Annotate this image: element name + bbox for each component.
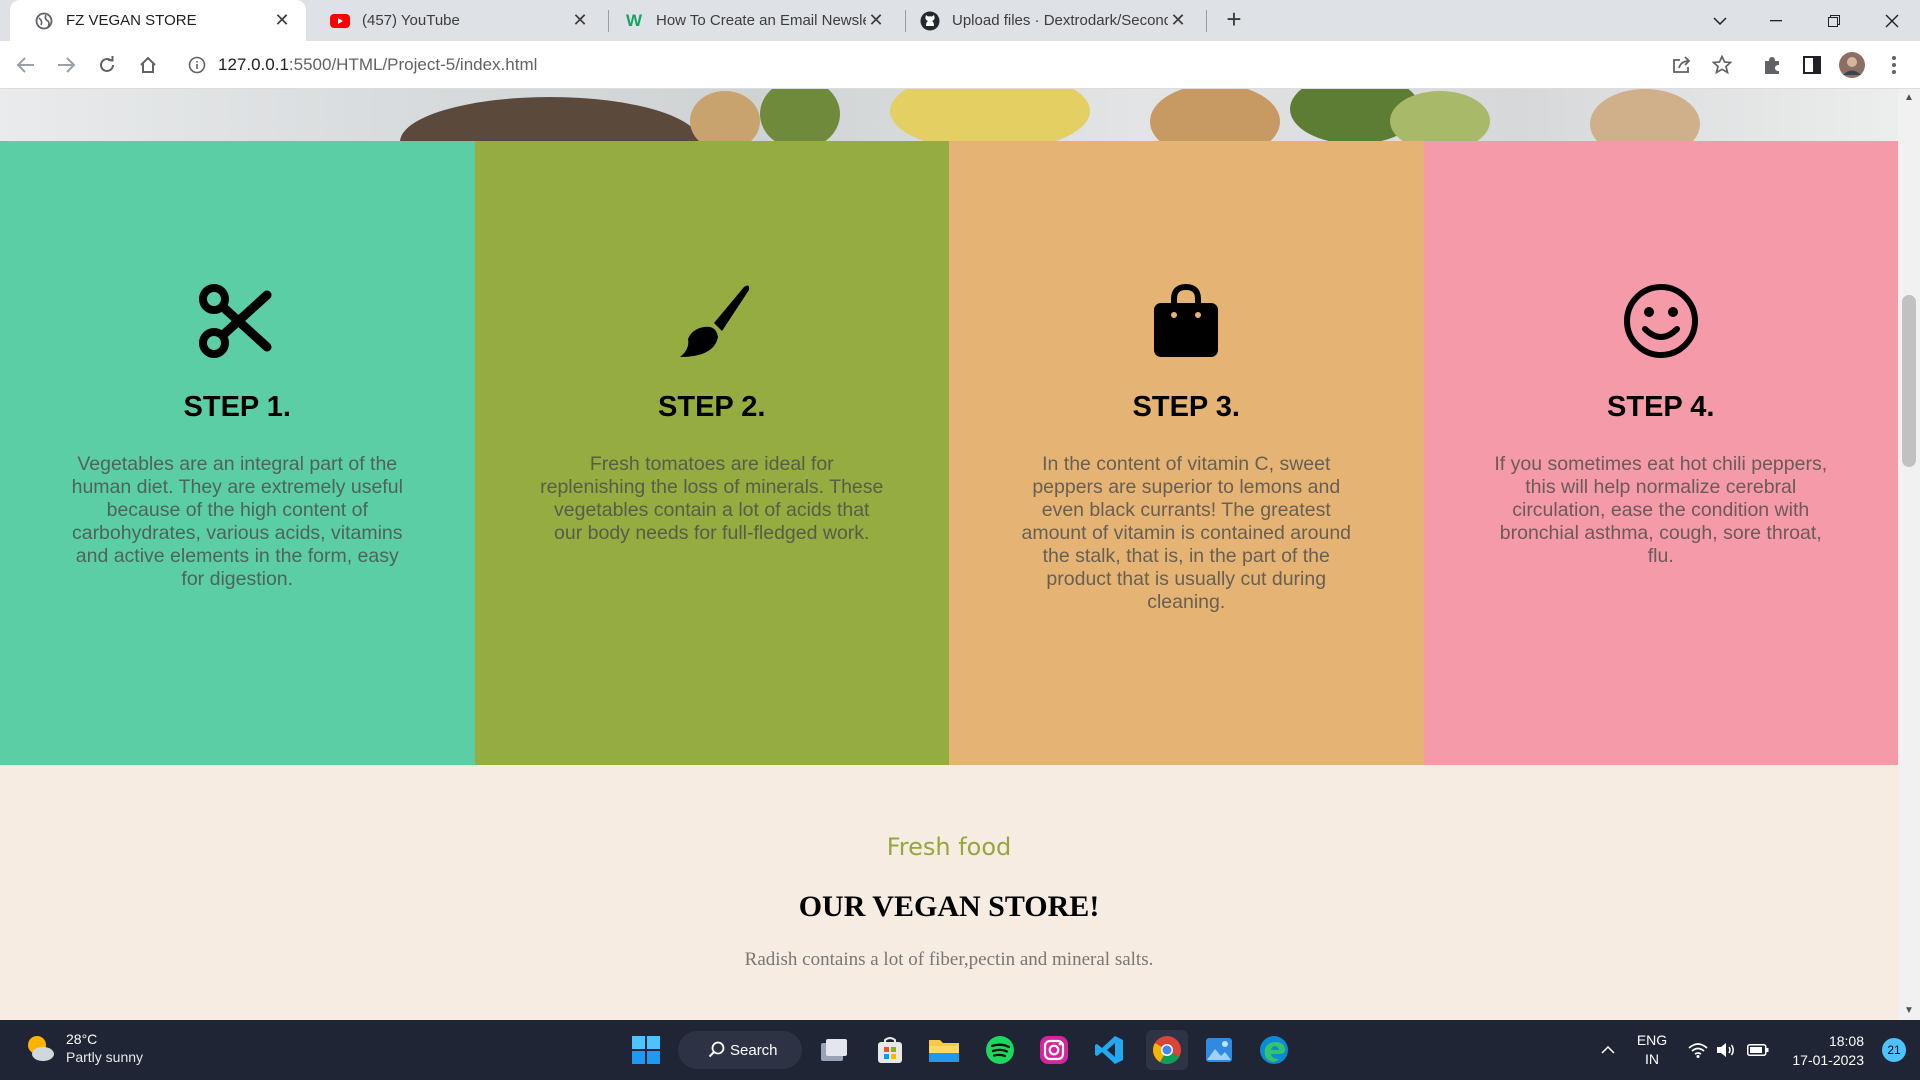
taskbar-search[interactable]: Search	[678, 1031, 802, 1069]
tab-title: How To Create an Email Newsletter	[656, 12, 866, 29]
tab-github-upload[interactable]: Upload files · Dextrodark/Second ✕	[896, 0, 1202, 41]
tab-title: FZ VEGAN STORE	[66, 12, 197, 29]
step-title: STEP 1.	[183, 391, 291, 423]
tab-separator	[1206, 10, 1207, 32]
tab-search-chevron-icon[interactable]	[1692, 0, 1748, 41]
scroll-up-arrow-icon[interactable]: ▲	[1898, 89, 1920, 107]
tab-title: Upload files · Dextrodark/Second	[952, 12, 1168, 29]
step-description: Vegetables are an integral part of the h…	[71, 453, 403, 590]
input-language-indicator[interactable]: ENG IN	[1632, 1020, 1672, 1080]
partly-sunny-icon	[24, 1032, 56, 1064]
more-menu-icon[interactable]	[1880, 51, 1908, 79]
step-title: STEP 4.	[1607, 391, 1715, 423]
page-scrollbar[interactable]: ▲ ▼	[1898, 89, 1920, 1020]
step-card-2: STEP 2. Fresh tomatoes are ideal for rep…	[474, 141, 950, 765]
github-icon	[920, 11, 940, 31]
vegetables-banner-image	[0, 89, 1898, 141]
url-host: 127.0.0.1	[218, 55, 289, 74]
close-tab-icon[interactable]: ✕	[272, 10, 292, 31]
scroll-down-arrow-icon[interactable]: ▼	[1898, 1002, 1920, 1020]
tab-email-newsletter[interactable]: W How To Create an Email Newsletter ✕	[600, 0, 900, 41]
step-card-1: STEP 1. Vegetables are an integral part …	[0, 141, 475, 765]
system-clock[interactable]: 18:08 17-01-2023	[1792, 1032, 1864, 1070]
chrome-icon[interactable]	[1146, 1030, 1188, 1070]
step-title: STEP 3.	[1132, 391, 1240, 423]
restore-button[interactable]	[1806, 0, 1862, 41]
step-description: Fresh tomatoes are ideal for replenishin…	[540, 453, 884, 544]
forward-arrow-icon[interactable]	[52, 51, 80, 79]
new-tab-button[interactable]: +	[1220, 6, 1248, 34]
tab-fz-vegan-store[interactable]: FZ VEGAN STORE ✕	[10, 0, 306, 41]
url-path: :5500/HTML/Project-5/index.html	[288, 55, 538, 74]
search-icon	[708, 1041, 725, 1062]
url-text: 127.0.0.1:5500/HTML/Project-5/index.html	[218, 55, 537, 75]
reload-icon[interactable]	[93, 51, 121, 79]
volume-icon[interactable]	[1714, 1020, 1738, 1080]
profile-avatar[interactable]	[1838, 51, 1866, 79]
language-primary: ENG	[1636, 1032, 1668, 1048]
language-secondary: IN	[1645, 1051, 1659, 1067]
search-label: Search	[730, 1041, 778, 1059]
windows-start-icon[interactable]	[628, 1032, 664, 1068]
vscode-icon[interactable]	[1091, 1032, 1127, 1068]
browser-tab-bar: FZ VEGAN STORE ✕ (457) YouTube ✕ W How T…	[0, 0, 1920, 41]
page-viewport: STEP 1. Vegetables are an integral part …	[0, 89, 1898, 1020]
tab-title: (457) YouTube	[362, 12, 460, 29]
step-description: In the content of vitamin C, sweet peppe…	[1021, 453, 1352, 613]
battery-icon[interactable]	[1746, 1020, 1770, 1080]
back-arrow-icon[interactable]	[12, 51, 40, 79]
shopping-bag-icon	[949, 281, 1424, 361]
tab-youtube[interactable]: (457) YouTube ✕	[306, 0, 604, 41]
clock-time: 18:08	[1828, 1033, 1864, 1049]
edge-icon[interactable]	[1256, 1032, 1292, 1068]
show-hidden-icons-chevron-icon[interactable]	[1596, 1020, 1620, 1080]
instagram-icon[interactable]	[1036, 1032, 1072, 1068]
spotify-icon[interactable]	[982, 1032, 1018, 1068]
extensions-puzzle-icon[interactable]	[1758, 51, 1786, 79]
w-logo-icon: W	[625, 10, 643, 30]
home-icon[interactable]	[134, 51, 162, 79]
step-description: If you sometimes eat hot chili peppers, …	[1494, 453, 1828, 567]
clock-date: 17-01-2023	[1792, 1052, 1864, 1068]
step-card-3: STEP 3. In the content of vitamin C, swe…	[949, 141, 1424, 765]
notification-count-badge[interactable]: 21	[1882, 1038, 1906, 1062]
task-view-icon[interactable]	[816, 1032, 852, 1068]
share-icon[interactable]	[1668, 51, 1696, 79]
weather-widget[interactable]: 28°C Partly sunny	[24, 1030, 143, 1066]
section-title: OUR VEGAN STORE!	[798, 890, 1100, 923]
smiley-face-icon	[1424, 281, 1899, 361]
weather-condition: Partly sunny	[66, 1049, 144, 1065]
close-tab-icon[interactable]: ✕	[866, 10, 886, 31]
steps-section: STEP 1. Vegetables are an integral part …	[0, 141, 1898, 765]
close-tab-icon[interactable]: ✕	[1168, 10, 1188, 31]
weather-temperature: 28°C	[66, 1031, 98, 1047]
youtube-icon	[330, 11, 350, 31]
globe-icon	[34, 11, 54, 31]
step-title: STEP 2.	[658, 391, 766, 423]
browser-toolbar: 127.0.0.1:5500/HTML/Project-5/index.html	[0, 41, 1920, 89]
section-subtitle: Fresh food	[886, 833, 1012, 861]
minimize-button[interactable]	[1748, 0, 1804, 41]
bookmark-star-icon[interactable]	[1708, 51, 1736, 79]
address-bar[interactable]: 127.0.0.1:5500/HTML/Project-5/index.html	[176, 47, 1906, 83]
wifi-icon[interactable]	[1686, 1020, 1710, 1080]
step-card-4: STEP 4. If you sometimes eat hot chili p…	[1423, 141, 1899, 765]
close-window-button[interactable]	[1864, 0, 1920, 41]
site-info-icon[interactable]	[188, 56, 206, 79]
scrollbar-thumb[interactable]	[1902, 295, 1916, 467]
side-panel-icon[interactable]	[1798, 51, 1826, 79]
vegan-store-section: Fresh food OUR VEGAN STORE! Radish conta…	[0, 765, 1898, 1020]
section-description: Radish contains a lot of fiber,pectin an…	[744, 949, 1154, 970]
close-tab-icon[interactable]: ✕	[570, 10, 590, 31]
file-explorer-icon[interactable]	[926, 1032, 962, 1068]
microsoft-store-icon[interactable]	[872, 1032, 908, 1068]
photos-icon[interactable]	[1201, 1032, 1237, 1068]
paintbrush-icon	[475, 281, 950, 361]
scissors-icon	[0, 281, 475, 361]
windows-taskbar: 28°C Partly sunny Search ENG IN 18:08 17…	[0, 1020, 1920, 1080]
